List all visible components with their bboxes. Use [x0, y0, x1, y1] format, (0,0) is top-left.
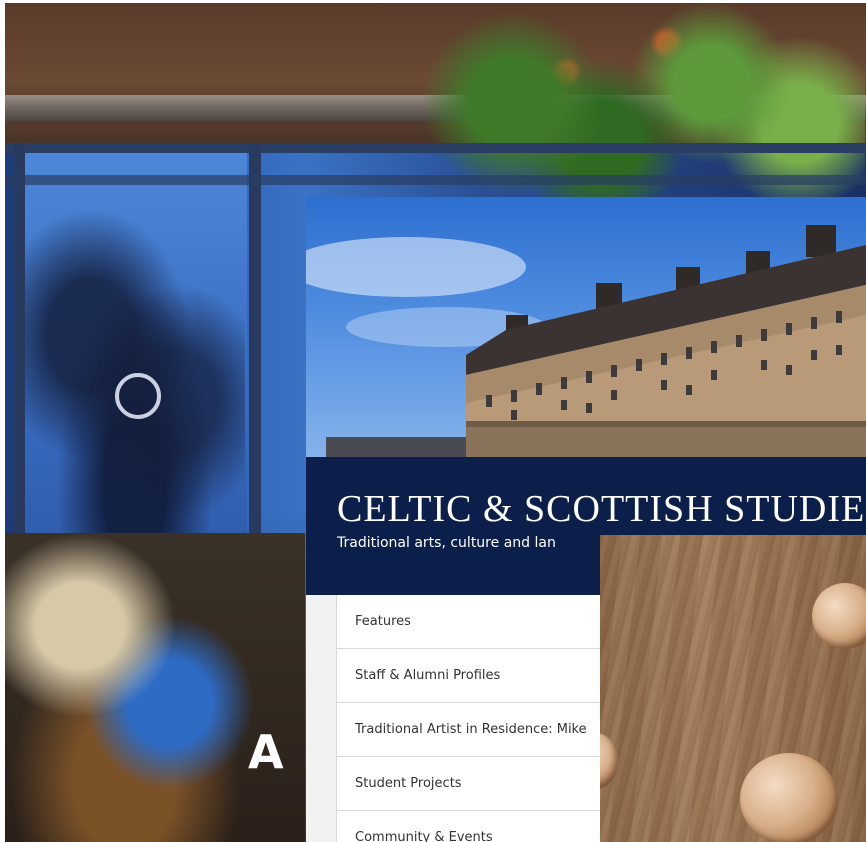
metal-inlay-circle — [600, 733, 618, 789]
castle-building — [466, 225, 866, 457]
window-transom — [5, 175, 866, 185]
wood-panel-image — [600, 535, 866, 842]
metal-inlay-circle — [740, 753, 838, 842]
site-subtitle: Traditional arts, culture and lan — [337, 535, 556, 551]
desk-clutter — [5, 533, 305, 842]
pendant-lamp — [115, 373, 161, 419]
site-title[interactable]: CELTIC & SCOTTISH STUDIES — [337, 487, 866, 531]
distant-rooftops — [326, 437, 466, 457]
hanging-plants — [425, 3, 865, 203]
window-frame-top — [5, 143, 866, 153]
screenshot-stage: A V CELTIC & SCOTTISH STUDIES Traditiona… — [0, 0, 866, 842]
metal-inlay-circle — [812, 583, 866, 649]
bare-tree — [25, 203, 245, 533]
hero-image — [306, 197, 866, 457]
